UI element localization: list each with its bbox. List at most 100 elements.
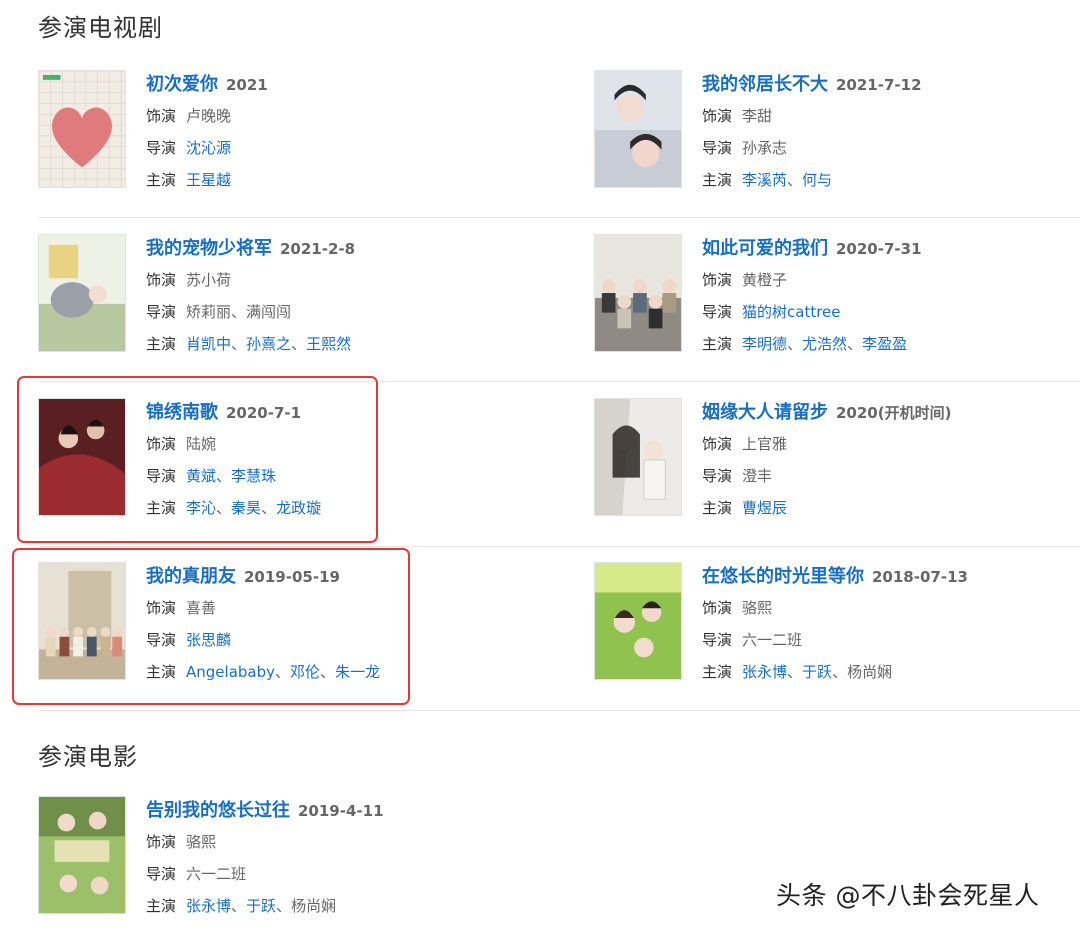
director-name: 孙承志 xyxy=(742,139,788,157)
tv-item: 姻缘大人请留步 2020(开机时间) 饰演 上官雅 导演 澄丰 主演 曹煜辰 xyxy=(594,398,1080,518)
stars-row: 主演 肖凯中、孙熹之、王熙然 xyxy=(146,335,352,353)
director-label: 导演 xyxy=(146,139,177,157)
tv-item: 初次爱你 2021 饰演 卢晚晚 导演 沈沁源 主演 王星越 xyxy=(38,70,558,190)
stars-row: 主演 王星越 xyxy=(146,164,558,196)
star-name[interactable]: 李溪芮 xyxy=(742,171,787,189)
row-divider xyxy=(38,710,1080,711)
director-row: 导演 矫莉丽、满闯闯 xyxy=(146,296,558,328)
stars-row: 主演 张永博、于跃、杨尚娴 xyxy=(146,897,337,915)
star-name[interactable]: 张永博 xyxy=(186,897,231,915)
poster-image[interactable] xyxy=(594,562,682,680)
star-name[interactable]: 王星越 xyxy=(186,171,231,189)
director-name: 澄丰 xyxy=(742,467,773,485)
role-label: 饰演 xyxy=(146,833,177,851)
movie-section-title: 参演电影 xyxy=(38,743,138,771)
stars-label: 主演 xyxy=(702,663,733,681)
role-name: 上官雅 xyxy=(742,435,788,453)
role-row: 饰演 骆熙 xyxy=(146,826,558,858)
role-label: 饰演 xyxy=(146,107,177,125)
director-label: 导演 xyxy=(702,631,733,649)
poster-image[interactable] xyxy=(38,796,126,914)
role-row: 饰演 卢晚晚 xyxy=(146,100,558,132)
stars-label: 主演 xyxy=(702,171,733,189)
release-date: 2019-4-11 xyxy=(298,802,384,820)
watermark: 头条 @不八卦会死星人 xyxy=(776,881,1040,910)
poster-image[interactable] xyxy=(594,398,682,516)
poster-image[interactable] xyxy=(594,70,682,188)
role-row: 饰演 黄橙子 xyxy=(702,264,1080,296)
star-name[interactable]: 李明德 xyxy=(742,335,787,353)
director-label: 导演 xyxy=(702,139,733,157)
star-name[interactable]: 肖凯中 xyxy=(186,335,231,353)
tv-item: 我的宠物少将军 2021-2-8 饰演 苏小荷 导演 矫莉丽、满闯闯 主演 肖凯中、孙熹之、王… xyxy=(38,234,558,354)
poster-image[interactable] xyxy=(594,234,682,352)
role-name: 苏小荷 xyxy=(186,271,232,289)
stars-row: 主演 李溪芮、何与 xyxy=(702,171,833,189)
release-date: 2021 xyxy=(226,76,268,94)
director-name: 六一二班 xyxy=(742,631,803,649)
role-name: 卢晚晚 xyxy=(186,107,232,125)
stars-label: 主演 xyxy=(146,335,177,353)
star-name[interactable]: 张永博 xyxy=(742,663,787,681)
title-link[interactable]: 告别我的悠长过往 xyxy=(146,800,290,821)
director-row: 导演 六一二班 xyxy=(702,624,1080,656)
director-row: 导演 六一二班 xyxy=(146,858,558,890)
role-name: 黄橙子 xyxy=(742,271,788,289)
title-link[interactable]: 我的宠物少将军 xyxy=(146,238,272,259)
title-link[interactable]: 初次爱你 xyxy=(146,74,218,95)
star-name[interactable]: 于跃 xyxy=(802,663,832,681)
stars-label: 主演 xyxy=(702,499,733,517)
star-name: 杨尚娴 xyxy=(291,897,337,915)
role-label: 饰演 xyxy=(702,107,733,125)
role-row: 饰演 上官雅 xyxy=(702,428,1080,460)
star-name[interactable]: 何与 xyxy=(802,171,832,189)
row-divider xyxy=(38,546,1080,547)
title-link[interactable]: 我的邻居长不大 xyxy=(702,74,828,95)
star-name[interactable]: 曹煜辰 xyxy=(742,499,787,517)
movie-item: 告别我的悠长过往 2019-4-11 饰演 骆熙 导演 六一二班 主演 张永博、于跃、杨尚娴 xyxy=(38,796,558,916)
director-name[interactable]: 猫的树cattree xyxy=(742,303,841,321)
role-row: 饰演 骆熙 xyxy=(702,592,1080,624)
star-name[interactable]: 孙熹之 xyxy=(246,335,291,353)
role-name: 骆熙 xyxy=(742,599,773,617)
release-date: 2021-2-8 xyxy=(280,240,356,258)
stars-row: 主演 曹煜辰 xyxy=(702,492,1080,524)
star-name[interactable]: 李盈盈 xyxy=(862,335,907,353)
stars-label: 主演 xyxy=(146,897,177,915)
role-row: 饰演 苏小荷 xyxy=(146,264,558,296)
role-label: 饰演 xyxy=(702,435,733,453)
release-date: 2020(开机时间) xyxy=(836,404,952,422)
poster-image[interactable] xyxy=(38,234,126,352)
director-name: 矫莉丽、满闯闯 xyxy=(186,303,292,321)
role-name: 李甜 xyxy=(742,107,773,125)
release-date: 2020-7-31 xyxy=(836,240,922,258)
title-link[interactable]: 在悠长的时光里等你 xyxy=(702,566,864,587)
director-label: 导演 xyxy=(146,303,177,321)
role-label: 饰演 xyxy=(702,271,733,289)
title-link[interactable]: 如此可爱的我们 xyxy=(702,238,828,259)
director-name: 六一二班 xyxy=(186,865,247,883)
title-link[interactable]: 姻缘大人请留步 xyxy=(702,402,828,423)
highlight-box xyxy=(17,376,378,543)
release-date: 2021-7-12 xyxy=(836,76,922,94)
row-divider xyxy=(38,217,1080,218)
stars-row: 主演 张永博、于跃、杨尚娴 xyxy=(702,663,893,681)
poster-image[interactable] xyxy=(38,70,126,188)
director-row: 导演 孙承志 xyxy=(702,132,1080,164)
star-name[interactable]: 尤浩然 xyxy=(802,335,847,353)
star-name[interactable]: 王熙然 xyxy=(306,335,351,353)
stars-label: 主演 xyxy=(146,171,177,189)
director-row: 导演 澄丰 xyxy=(702,460,1080,492)
director-name[interactable]: 沈沁源 xyxy=(186,139,231,157)
role-name: 骆熙 xyxy=(186,833,217,851)
star-name[interactable]: 于跃 xyxy=(246,897,276,915)
director-label: 导演 xyxy=(702,303,733,321)
tv-item: 在悠长的时光里等你 2018-07-13 饰演 骆熙 导演 六一二班 主演 张永博、于跃、杨尚… xyxy=(594,562,1080,682)
stars-row: 主演 李明德、尤浩然、李盈盈 xyxy=(702,335,908,353)
release-date: 2018-07-13 xyxy=(872,568,968,586)
highlight-box xyxy=(12,548,410,705)
tv-item: 如此可爱的我们 2020-7-31 饰演 黄橙子 导演 猫的树cattree 主演 李明德、尤… xyxy=(594,234,1080,354)
star-name: 杨尚娴 xyxy=(847,663,893,681)
director-row: 导演 猫的树cattree xyxy=(702,296,1080,328)
director-label: 导演 xyxy=(702,467,733,485)
